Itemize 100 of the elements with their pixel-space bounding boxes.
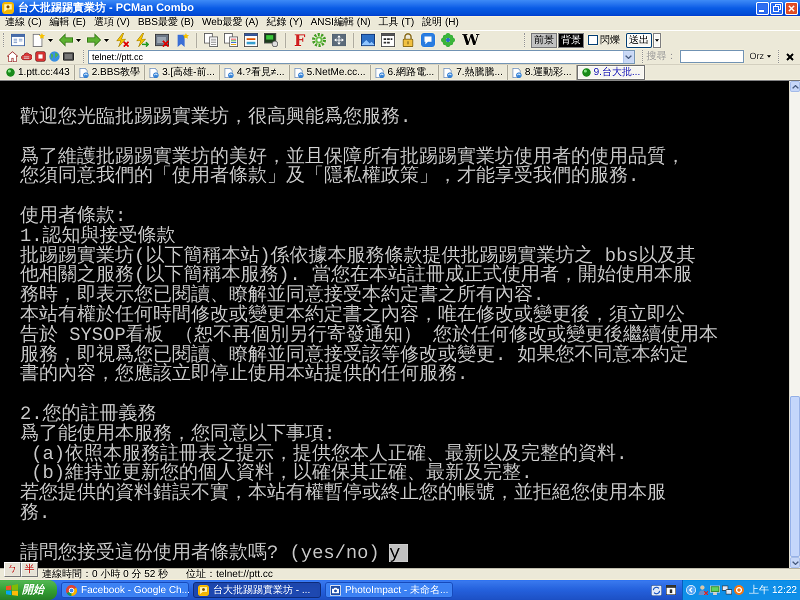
dropdown-button[interactable] [622, 50, 634, 62]
tab[interactable]: 6.網路電... [370, 65, 440, 80]
restore-button[interactable] [770, 2, 783, 14]
menu-item[interactable]: 連線 (C) [1, 16, 46, 30]
terminal-line: 書的內容，您應該立即停止使用本站提供的任何服務. [20, 365, 468, 386]
menu-item[interactable]: 編輯 (E) [46, 16, 90, 30]
browser-icon [66, 584, 77, 596]
menu-item[interactable]: 說明 (H) [418, 16, 463, 30]
ribbon-star-icon[interactable] [175, 33, 189, 47]
terminal-line: 務. [20, 504, 50, 524]
forward-arrow-icon[interactable] [87, 33, 101, 47]
w-button[interactable]: W [461, 32, 480, 48]
new-page-icon[interactable] [31, 33, 45, 47]
chevron-left-icon[interactable] [686, 585, 696, 595]
menu-item[interactable]: 選項 (V) [90, 16, 134, 30]
chevron-down-icon [792, 560, 798, 564]
menu-item[interactable]: 紀錄 (Y) [262, 16, 307, 30]
lightning-arrow-icon[interactable] [135, 33, 149, 47]
screen-icon[interactable] [264, 33, 278, 47]
lightning-cross-icon[interactable] [115, 33, 129, 47]
caret-icon [655, 38, 660, 42]
task-button[interactable]: 台大批踢踢實業坊 - ... [193, 582, 321, 598]
dropdown-button[interactable] [653, 32, 662, 48]
address-field[interactable]: telnet://ptt.cc [88, 50, 634, 64]
flower-icon[interactable] [441, 33, 456, 47]
color-button[interactable]: 前景 [531, 32, 558, 48]
scroll-thumb[interactable] [790, 396, 800, 557]
window-list-icon[interactable] [11, 33, 25, 47]
speech-bubble-icon[interactable] [421, 33, 436, 47]
stop-icon[interactable] [35, 51, 46, 62]
blink-label: 閃爍 [600, 34, 620, 46]
picture-window-icon[interactable] [361, 33, 376, 47]
scroll-down-button[interactable] [790, 557, 800, 568]
clock: 上午 12:22 [749, 584, 797, 596]
engine-button[interactable]: Orz [750, 50, 771, 63]
close-button[interactable] [785, 2, 798, 14]
search-label: 搜尋： [646, 50, 676, 63]
user-cross-icon[interactable] [698, 585, 708, 595]
search-field[interactable] [680, 50, 744, 63]
status-address: 位址：telnet://ptt.cc [186, 569, 273, 580]
copy-icon[interactable] [204, 33, 218, 47]
tab[interactable]: 5.NetMe.cc... [290, 65, 370, 80]
sync-icon[interactable] [651, 584, 662, 596]
answer-field[interactable]: y [389, 544, 408, 562]
pages-icon[interactable] [224, 33, 238, 47]
grid-window-icon[interactable] [381, 33, 396, 47]
caret-icon[interactable] [76, 38, 81, 42]
flag-icon [6, 584, 18, 596]
terminal-line: 若您提供的資料錯誤不實，本站有權暫停或終止您的帳號，並拒絕您使用本服 [20, 484, 666, 504]
home-icon[interactable] [7, 51, 18, 62]
app-icon [198, 584, 209, 596]
tab[interactable]: 8.運動彩... [508, 65, 577, 80]
input-mode-button[interactable]: ㄅ [4, 562, 21, 577]
close-icon[interactable] [786, 52, 794, 60]
caret-icon [767, 55, 771, 58]
back-arrow-icon[interactable] [59, 33, 73, 47]
scrollbar[interactable] [789, 81, 800, 568]
chevron-up-icon [792, 84, 798, 88]
chevron-down-icon [625, 54, 632, 58]
task-button[interactable]: Facebook - Google Ch... [61, 582, 189, 598]
menu-item[interactable]: ANSI編輯 (N) [306, 16, 375, 30]
window-cross-icon[interactable] [155, 33, 169, 47]
network-icon[interactable] [722, 585, 732, 595]
terminal-line: 您須同意我們的「使用者條款」及「隱私權政策」，才能享受我們的服務. [20, 167, 640, 188]
tab[interactable]: 3.[高雄-前... [145, 65, 220, 80]
window-icon[interactable] [666, 585, 676, 595]
close-icon [788, 4, 795, 12]
menu-item[interactable]: 工具 (T) [374, 16, 418, 30]
tab[interactable]: 9.台大批... [576, 65, 646, 80]
gear-icon[interactable] [312, 33, 326, 47]
monitor-icon[interactable] [63, 51, 74, 62]
app-icon [2, 2, 14, 14]
scroll-up-button[interactable] [790, 81, 800, 92]
send-button[interactable]: 送出 [626, 32, 652, 48]
window-panel-icon[interactable] [244, 33, 258, 47]
prompt-text: 請問您接受這份使用者條款嗎? (yes/no) [20, 544, 380, 564]
blink-checkbox[interactable] [588, 35, 598, 45]
terminal-line: 歡迎您光臨批踢踢實業坊，很高興能爲您服務. [20, 108, 412, 128]
tab[interactable]: 4.?看見≠... [220, 65, 290, 80]
padlock-icon[interactable] [401, 33, 416, 47]
cloud-icon[interactable] [21, 51, 32, 62]
tab[interactable]: 1.ptt.cc:443 [2, 65, 75, 80]
task-button[interactable]: PhotoImpact - 未命名... [325, 582, 453, 598]
ring-icon[interactable] [734, 585, 744, 595]
minimize-icon [759, 10, 764, 12]
connection-time: 連線時間：0 小時 0 分 52 秒 [42, 569, 168, 580]
menu-item[interactable]: BBS最愛 (B) [134, 16, 198, 30]
color-button[interactable]: 背景 [558, 32, 584, 48]
width-mode-button[interactable]: 半 [21, 562, 38, 577]
restore-icon [772, 4, 780, 12]
move-arrows-icon[interactable] [332, 33, 346, 47]
minimize-button[interactable] [756, 2, 769, 14]
camera-icon [330, 584, 341, 596]
f-button[interactable]: F [293, 32, 306, 48]
tab[interactable]: 7.熱騰騰... [439, 65, 508, 80]
caret-icon[interactable] [104, 38, 109, 42]
tab[interactable]: 2.BBS教學 [74, 65, 146, 80]
window-title: 台大批踢踢實業坊 - PCMan Combo [18, 2, 194, 14]
menu-item[interactable]: Web最愛 (A) [198, 16, 263, 30]
caret-icon[interactable] [48, 38, 53, 42]
